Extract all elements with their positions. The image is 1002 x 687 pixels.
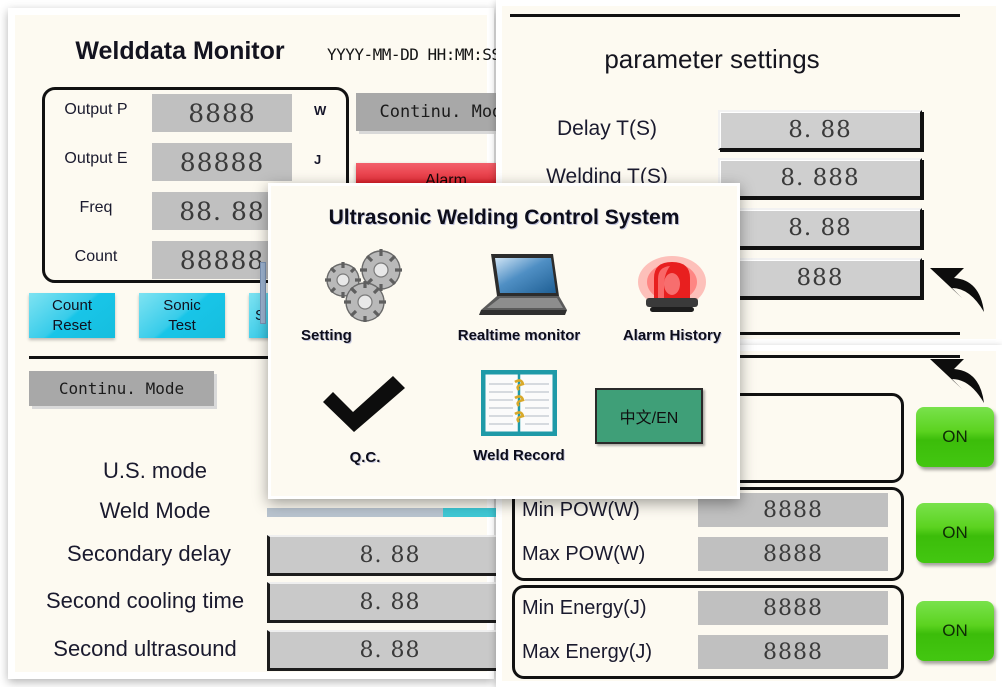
limit-value-min-energy[interactable]: 8888 <box>698 591 888 625</box>
mode-select-continuous[interactable]: Continu. Mode <box>29 371 214 406</box>
notebook-icon <box>431 369 607 441</box>
language-toggle-button[interactable]: 中文/EN <box>595 388 703 444</box>
param-label: Delay T(S) <box>557 117 657 140</box>
back-arrow-icon[interactable] <box>926 262 990 316</box>
menu-item-label: Q.C. <box>349 449 381 466</box>
menu-item-label: Weld Record <box>473 447 565 464</box>
readout-unit-w: W <box>314 103 327 118</box>
sonic-test-button[interactable]: Sonic Test <box>139 293 225 338</box>
menu-item-qc[interactable]: Q.C. <box>295 374 435 466</box>
param-value-welding-t[interactable]: 8. 888 <box>718 158 922 198</box>
readout-value-output-p: 8888 <box>152 94 292 132</box>
toggle-on-button-3[interactable]: ON <box>916 601 994 661</box>
readout-value-output-e: 88888 <box>152 143 292 181</box>
setting-value-second-cooling-time[interactable]: 8. 88 <box>267 582 512 623</box>
limit-row-min-energy: Min Energy(J) 8888 <box>512 589 904 629</box>
readout-row-output-e: Output E 88888 J <box>42 140 349 184</box>
button-line-2: Reset <box>52 316 92 334</box>
readout-label: Output P <box>64 101 128 118</box>
toggle-on-button-1[interactable]: ON <box>916 407 994 467</box>
main-menu-dialog: Ultrasonic Welding Control System Settin… <box>268 183 740 499</box>
button-line-1: Sonic <box>163 296 201 314</box>
app-screen: Welddata Monitor YYYY-MM-DD HH:MM:SS Out… <box>0 0 1002 687</box>
limit-value-max-energy[interactable]: 8888 <box>698 635 888 669</box>
limit-label: Min POW(W) <box>522 499 640 521</box>
setting-label: U.S. mode <box>103 458 207 483</box>
readout-label: Count <box>74 248 118 265</box>
setting-label: Second ultrasound <box>53 636 237 661</box>
readout-unit-j: J <box>314 152 322 167</box>
setting-value-second-ultrasound[interactable]: 8. 88 <box>267 630 512 671</box>
scroll-handle[interactable] <box>260 262 266 324</box>
limit-label: Max POW(W) <box>522 543 646 565</box>
datetime-display: YYYY-MM-DD HH:MM:SS <box>327 45 501 64</box>
limit-label: Max Energy(J) <box>522 641 653 663</box>
setting-value-secondary-delay[interactable]: 8. 88 <box>267 535 512 576</box>
button-line-2: Test <box>168 316 196 334</box>
toggle-on-button-2[interactable]: ON <box>916 503 994 563</box>
progress-track <box>267 508 507 517</box>
setting-label: Second cooling time <box>45 588 245 613</box>
siren-icon <box>601 248 743 327</box>
menu-item-realtime-monitor[interactable]: Realtime monitor <box>431 248 607 344</box>
menu-item-label: Setting <box>301 327 352 344</box>
divider-top <box>510 14 960 17</box>
page-title: Welddata Monitor <box>75 37 285 65</box>
readout-label: Output E <box>64 150 128 167</box>
menu-item-label: Realtime monitor <box>457 327 581 344</box>
menu-item-label: Alarm History <box>622 327 722 344</box>
param-value-3[interactable]: 8. 88 <box>718 208 922 248</box>
limit-row-max-energy: Max Energy(J) 8888 <box>512 633 904 673</box>
param-value-delay-t[interactable]: 8. 88 <box>718 110 922 150</box>
readout-row-output-p: Output P 8888 W <box>42 91 349 135</box>
setting-label: Weld Mode <box>99 498 211 523</box>
button-line-1: Count <box>51 296 93 314</box>
count-reset-button[interactable]: Count Reset <box>29 293 115 338</box>
limit-row-max-pow: Max POW(W) 8888 <box>512 535 904 575</box>
menu-item-setting[interactable]: Setting <box>295 248 435 344</box>
limit-value-max-pow[interactable]: 8888 <box>698 537 888 571</box>
dialog-title: Ultrasonic Welding Control System <box>328 206 680 229</box>
parameter-settings-title: parameter settings <box>604 44 820 74</box>
readout-label: Freq <box>79 199 113 216</box>
checkmark-icon <box>295 374 435 441</box>
menu-item-weld-record[interactable]: Weld Record <box>431 369 607 464</box>
setting-label: Secondary delay <box>67 541 231 566</box>
limit-label: Min Energy(J) <box>522 597 647 619</box>
laptop-icon <box>431 248 607 327</box>
param-value-4[interactable]: 888 <box>718 258 922 298</box>
menu-item-alarm-history[interactable]: Alarm History <box>601 248 743 344</box>
back-arrow-icon[interactable] <box>926 353 990 407</box>
gears-icon <box>295 248 435 327</box>
